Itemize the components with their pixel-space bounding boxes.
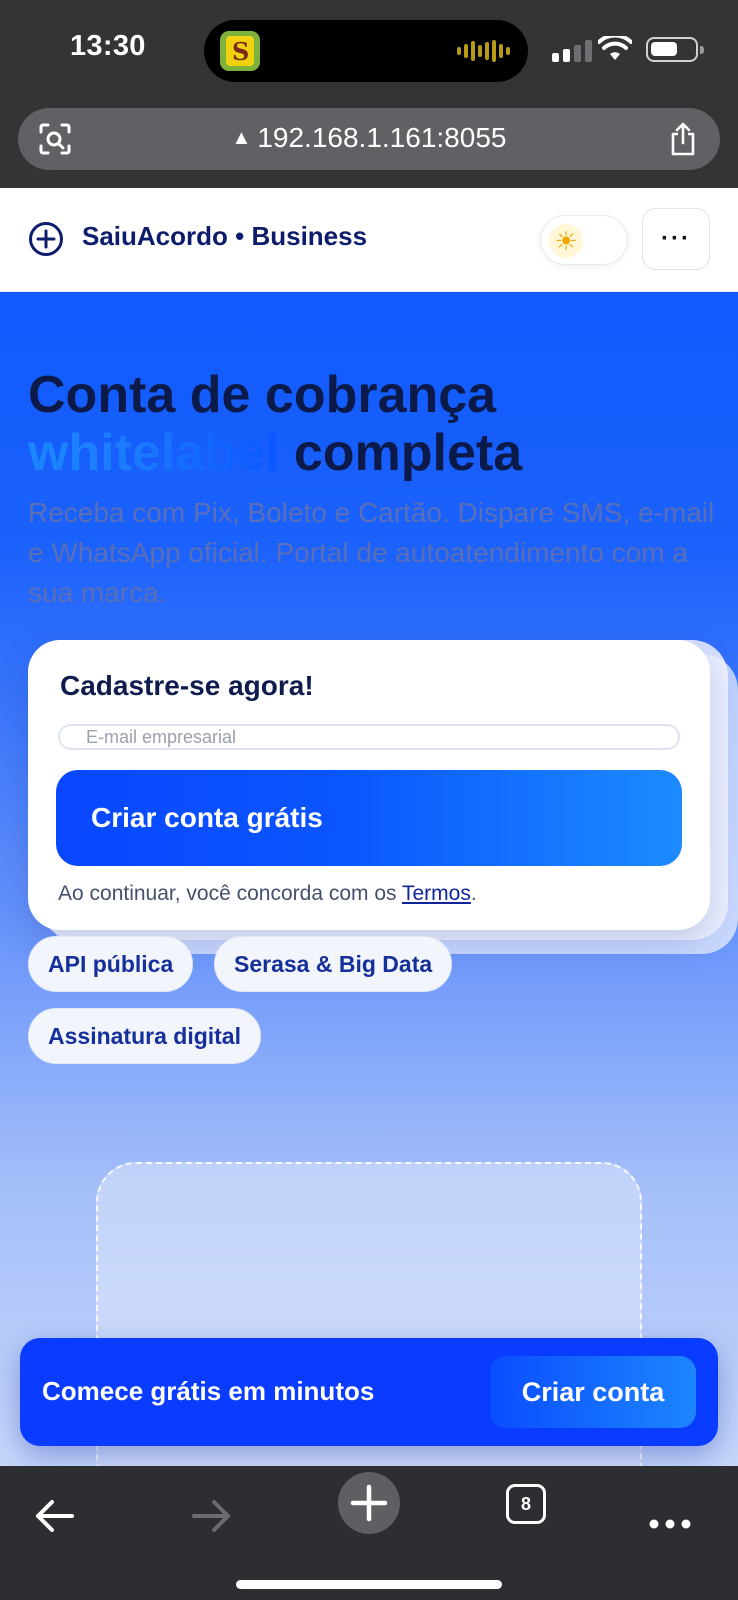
- battery-icon: [646, 37, 704, 62]
- feature-chip-signature: Assinatura digital: [28, 1008, 261, 1064]
- now-playing-app-icon: S: [220, 31, 260, 71]
- hero-title-line1: Conta de cobrança: [28, 366, 497, 424]
- not-secure-warning-icon: ▲: [231, 127, 252, 149]
- dynamic-island: S: [204, 20, 528, 82]
- site-header: SaiuAcordo • Business ☀ ···: [0, 188, 738, 292]
- plus-icon: [350, 1484, 388, 1522]
- email-field[interactable]: [58, 724, 680, 750]
- browser-toolbar: 8: [0, 1466, 738, 1600]
- signup-card-title: Cadastre-se agora!: [60, 670, 314, 701]
- share-icon[interactable]: [668, 121, 698, 157]
- sticky-cta-text: Comece grátis em minutos: [42, 1376, 375, 1406]
- hero-title-line2: completa: [293, 424, 523, 482]
- url-text[interactable]: ▲ 192.168.1.161:8055: [18, 122, 720, 154]
- terms-notice: Ao continuar, você concorda com os Termo…: [58, 882, 477, 906]
- new-tab-button[interactable]: [338, 1472, 400, 1534]
- sticky-cta-bar: Comece grátis em minutos Criar conta: [20, 1338, 718, 1446]
- hero-title-highlight: whitelabel: [28, 424, 280, 482]
- signup-card: Cadastre-se agora! Criar conta grátis Ao…: [28, 640, 710, 930]
- theme-toggle[interactable]: ☀: [540, 215, 628, 265]
- feature-chip-serasa: Serasa & Big Data: [214, 936, 453, 992]
- tab-count-button[interactable]: 8: [506, 1484, 546, 1524]
- plus-circle-icon[interactable]: [28, 221, 64, 257]
- brand-name[interactable]: SaiuAcordo • Business: [82, 221, 367, 252]
- menu-button[interactable]: ···: [642, 208, 710, 270]
- status-time: 13:30: [70, 30, 146, 62]
- hero-title: Conta de cobrança whitelabel completa: [28, 366, 522, 482]
- create-free-account-button[interactable]: Criar conta grátis: [56, 770, 682, 866]
- feature-chip-api: API pública: [28, 936, 194, 992]
- url-value: 192.168.1.161:8055: [257, 122, 507, 153]
- create-account-button[interactable]: Criar conta: [490, 1356, 696, 1428]
- ios-status-and-address-area: 13:30 S ▲ 192.168.1.161:8055: [0, 0, 738, 188]
- terms-suffix: .: [470, 882, 477, 905]
- home-indicator: [236, 1580, 502, 1589]
- sun-icon: ☀: [549, 224, 583, 258]
- terms-prefix: Ao continuar, você concorda com os: [58, 882, 402, 905]
- audio-wave-icon: [457, 40, 510, 62]
- arrow-right-icon[interactable]: [190, 1486, 234, 1546]
- ellipsis-icon[interactable]: [648, 1486, 692, 1546]
- cellular-signal-icon: [552, 40, 592, 62]
- wifi-icon: [598, 36, 632, 60]
- address-bar[interactable]: ▲ 192.168.1.161:8055: [18, 108, 720, 170]
- web-page: SaiuAcordo • Business ☀ ··· Conta de cob…: [0, 188, 738, 1466]
- terms-link[interactable]: Termos: [402, 882, 471, 905]
- arrow-left-icon[interactable]: [32, 1486, 76, 1546]
- hero-subtitle: Receba com Pix, Boleto e Cartão. Dispare…: [28, 497, 715, 608]
